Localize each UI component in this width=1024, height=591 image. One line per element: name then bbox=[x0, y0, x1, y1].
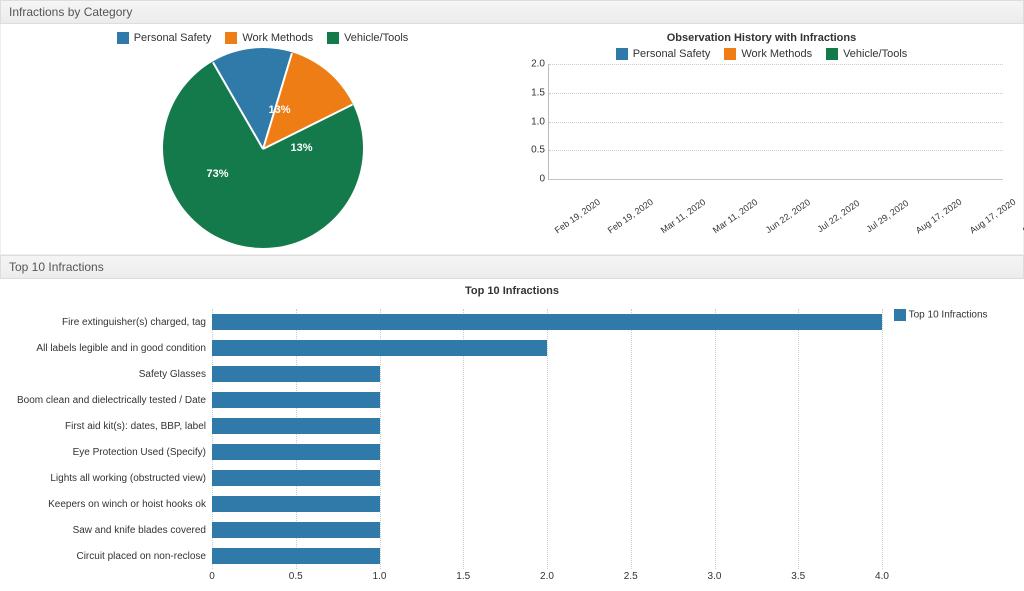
history-chart-container: Observation History with Infractions Per… bbox=[512, 32, 1011, 248]
hbar[interactable] bbox=[212, 366, 380, 382]
swatch-vehicle-tools bbox=[826, 48, 838, 60]
hbar-category-label: First aid kit(s): dates, BBP, label bbox=[12, 413, 212, 439]
pie-slice-label: 13% bbox=[269, 104, 291, 116]
top10-chart-title: Top 10 Infractions bbox=[0, 285, 1024, 297]
history-legend: Personal Safety Work Methods Vehicle/Too… bbox=[512, 48, 1011, 60]
panel-title: Infractions by Category bbox=[9, 5, 132, 19]
x-tick: Feb 19, 2020 bbox=[606, 197, 655, 236]
panel-title: Top 10 Infractions bbox=[9, 260, 104, 274]
legend-label: Work Methods bbox=[242, 32, 313, 44]
hbar[interactable] bbox=[212, 496, 380, 512]
legend-label: Personal Safety bbox=[134, 32, 212, 44]
top10-plot: 00.51.01.52.02.53.03.54.0 bbox=[212, 309, 882, 587]
legend-label: Work Methods bbox=[741, 48, 812, 60]
hbar[interactable] bbox=[212, 314, 882, 330]
pie-chart-container: Personal Safety Work Methods Vehicle/Too… bbox=[13, 32, 512, 248]
x-tick: Jul 22, 2020 bbox=[815, 198, 861, 234]
x-tick: 0.5 bbox=[289, 571, 303, 582]
y-tick: 0 bbox=[523, 174, 545, 185]
hbar[interactable] bbox=[212, 392, 380, 408]
hbar-category-label: Keepers on winch or hoist hooks ok bbox=[12, 491, 212, 517]
legend-label: Vehicle/Tools bbox=[344, 32, 408, 44]
top10-chart: Fire extinguisher(s) charged, tagAll lab… bbox=[0, 301, 1024, 591]
hbar-category-label: Safety Glasses bbox=[12, 361, 212, 387]
history-chart-title: Observation History with Infractions bbox=[512, 32, 1011, 44]
hbar[interactable] bbox=[212, 418, 380, 434]
top10-y-labels: Fire extinguisher(s) charged, tagAll lab… bbox=[12, 309, 212, 587]
top10-legend[interactable]: Top 10 Infractions bbox=[882, 309, 1012, 587]
hbar-category-label: Lights all working (obstructed view) bbox=[12, 465, 212, 491]
legend-label: Personal Safety bbox=[633, 48, 711, 60]
hbar-category-label: Boom clean and dielectrically tested / D… bbox=[12, 387, 212, 413]
legend-personal-safety[interactable]: Personal Safety bbox=[616, 48, 711, 60]
x-tick: Jul 29, 2020 bbox=[864, 198, 910, 234]
y-tick: 2.0 bbox=[523, 59, 545, 70]
x-tick: Aug 17, 2020 bbox=[967, 197, 1017, 236]
x-tick: Mar 11, 2020 bbox=[711, 197, 760, 235]
hbar[interactable] bbox=[212, 470, 380, 486]
x-tick: 0 bbox=[209, 571, 215, 582]
pie-chart: 13% 13% 73% bbox=[163, 48, 363, 248]
hbar[interactable] bbox=[212, 444, 380, 460]
x-tick: 3.5 bbox=[791, 571, 805, 582]
swatch-vehicle-tools bbox=[327, 32, 339, 44]
swatch-top10 bbox=[894, 309, 906, 321]
x-tick: 1.0 bbox=[373, 571, 387, 582]
x-tick: Jun 22, 2020 bbox=[764, 197, 812, 235]
legend-label: Vehicle/Tools bbox=[843, 48, 907, 60]
legend-personal-safety[interactable]: Personal Safety bbox=[117, 32, 212, 44]
legend-label: Top 10 Infractions bbox=[909, 310, 988, 321]
hbar-category-label: Circuit placed on non-reclose bbox=[12, 543, 212, 569]
legend-work-methods[interactable]: Work Methods bbox=[724, 48, 812, 60]
swatch-work-methods bbox=[724, 48, 736, 60]
pie-slice-label: 13% bbox=[291, 142, 313, 154]
hbar-category-label: Saw and knife blades covered bbox=[12, 517, 212, 543]
x-tick: 2.0 bbox=[540, 571, 554, 582]
x-tick: 3.0 bbox=[708, 571, 722, 582]
x-tick: 2.5 bbox=[624, 571, 638, 582]
legend-vehicle-tools[interactable]: Vehicle/Tools bbox=[327, 32, 408, 44]
x-tick: Mar 11, 2020 bbox=[659, 197, 708, 235]
x-tick: 1.5 bbox=[456, 571, 470, 582]
pie-legend: Personal Safety Work Methods Vehicle/Too… bbox=[13, 32, 512, 44]
legend-vehicle-tools[interactable]: Vehicle/Tools bbox=[826, 48, 907, 60]
hbar[interactable] bbox=[212, 522, 380, 538]
swatch-personal-safety bbox=[117, 32, 129, 44]
y-tick: 1.0 bbox=[523, 116, 545, 127]
x-tick: Aug 17, 2020 bbox=[914, 197, 964, 236]
swatch-work-methods bbox=[225, 32, 237, 44]
hbar[interactable] bbox=[212, 548, 380, 564]
legend-work-methods[interactable]: Work Methods bbox=[225, 32, 313, 44]
category-panel-body: Personal Safety Work Methods Vehicle/Too… bbox=[0, 24, 1024, 255]
hbar-category-label: Fire extinguisher(s) charged, tag bbox=[12, 309, 212, 335]
top10-panel-body: Top 10 Infractions Fire extinguisher(s) … bbox=[0, 279, 1024, 591]
y-tick: 1.5 bbox=[523, 87, 545, 98]
swatch-personal-safety bbox=[616, 48, 628, 60]
panel-header-category: Infractions by Category bbox=[0, 0, 1024, 24]
history-plot: 00.51.01.52.0 Feb 19, 2020Feb 19, 2020Ma… bbox=[520, 64, 1003, 194]
x-tick: 4.0 bbox=[875, 571, 889, 582]
x-tick: Feb 19, 2020 bbox=[553, 197, 602, 236]
pie-slice-label: 73% bbox=[207, 168, 229, 180]
panel-header-top10: Top 10 Infractions bbox=[0, 255, 1024, 279]
hbar-category-label: All labels legible and in good condition bbox=[12, 335, 212, 361]
hbar[interactable] bbox=[212, 340, 547, 356]
hbar-category-label: Eye Protection Used (Specify) bbox=[12, 439, 212, 465]
y-tick: 0.5 bbox=[523, 145, 545, 156]
